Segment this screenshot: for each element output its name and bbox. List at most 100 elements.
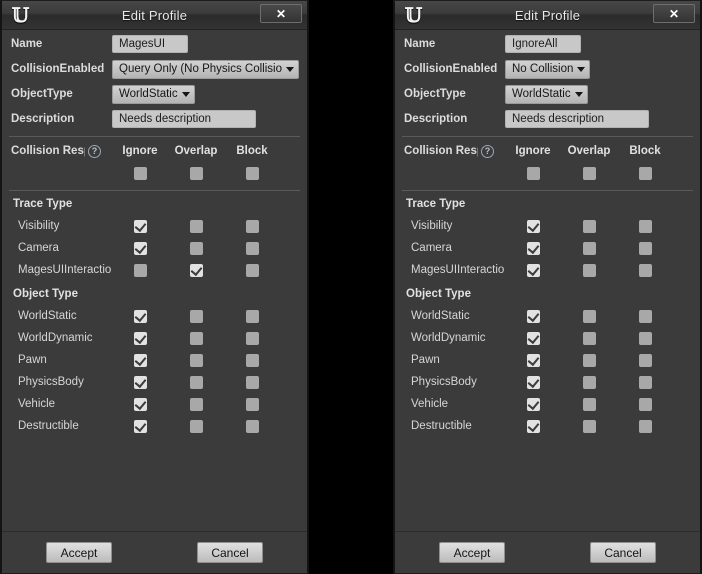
checkbox-block[interactable] (245, 397, 259, 411)
unreal-engine-logo-icon: 𝕌 (404, 3, 422, 27)
checkbox-ignore[interactable] (526, 419, 540, 433)
close-button[interactable]: ✕ (653, 4, 695, 23)
checkbox-block[interactable] (638, 353, 652, 367)
cell-overlap (561, 375, 617, 389)
checkbox-overlap[interactable] (582, 241, 596, 255)
checkbox-all-overlap[interactable] (582, 166, 596, 180)
checkbox-overlap[interactable] (189, 397, 203, 411)
column-header-ignore: Ignore (515, 145, 551, 157)
object-type-row: ObjectType WorldStatic (8, 83, 301, 105)
row-label: WorldDynamic (18, 332, 93, 344)
checkbox-block[interactable] (638, 263, 652, 277)
column-header-overlap: Overlap (567, 145, 611, 157)
title-bar[interactable]: 𝕌 Edit Profile ✕ (2, 1, 307, 30)
title-bar[interactable]: 𝕌 Edit Profile ✕ (395, 1, 700, 30)
checkbox-block[interactable] (638, 309, 652, 323)
checkbox-block[interactable] (245, 375, 259, 389)
checkbox-block[interactable] (638, 419, 652, 433)
object-type-dropdown[interactable]: WorldStatic (505, 84, 588, 104)
checkbox-all-ignore[interactable] (133, 166, 147, 180)
checkbox-overlap[interactable] (189, 331, 203, 345)
collision-response-all-row (401, 162, 694, 184)
cell-overlap (561, 166, 617, 180)
checkbox-block[interactable] (638, 331, 652, 345)
checkbox-all-ignore[interactable] (526, 166, 540, 180)
checkbox-block[interactable] (245, 219, 259, 233)
checkbox-ignore[interactable] (526, 241, 540, 255)
checkbox-ignore[interactable] (526, 397, 540, 411)
checkbox-all-overlap[interactable] (189, 166, 203, 180)
name-input[interactable]: IgnoreAll (505, 35, 581, 53)
description-input[interactable]: Needs description (112, 110, 256, 128)
checkbox-overlap[interactable] (189, 219, 203, 233)
checkbox-ignore[interactable] (526, 263, 540, 277)
checkbox-block[interactable] (245, 241, 259, 255)
name-label: Name (11, 38, 43, 50)
row-label: Vehicle (411, 398, 449, 410)
table-row: WorldStatic (401, 305, 694, 327)
checkbox-ignore[interactable] (133, 219, 147, 233)
checkbox-block[interactable] (638, 241, 652, 255)
chevron-down-icon (181, 91, 190, 97)
object-type-dropdown[interactable]: WorldStatic (112, 84, 195, 104)
checkbox-overlap[interactable] (189, 419, 203, 433)
checkbox-ignore[interactable] (526, 309, 540, 323)
checkbox-ignore[interactable] (526, 331, 540, 345)
cell-overlap (561, 309, 617, 323)
checkbox-ignore[interactable] (133, 419, 147, 433)
checkbox-ignore[interactable] (526, 219, 540, 233)
checkbox-block[interactable] (638, 219, 652, 233)
checkbox-overlap[interactable] (582, 397, 596, 411)
accept-button[interactable]: Accept (439, 542, 505, 563)
cancel-button[interactable]: Cancel (590, 542, 656, 563)
checkbox-all-block[interactable] (245, 166, 259, 180)
checkbox-block[interactable] (245, 309, 259, 323)
cell-overlap (561, 397, 617, 411)
checkbox-overlap[interactable] (582, 419, 596, 433)
checkbox-ignore[interactable] (133, 375, 147, 389)
name-input[interactable]: MagesUI (112, 35, 188, 53)
table-row: Vehicle (8, 393, 301, 415)
checkbox-ignore[interactable] (133, 241, 147, 255)
checkbox-overlap[interactable] (189, 353, 203, 367)
collision-enabled-dropdown[interactable]: No Collision (505, 59, 591, 79)
column-header-block: Block (236, 145, 268, 157)
trace-type-section-label: Trace Type (13, 198, 73, 210)
checkbox-overlap[interactable] (582, 309, 596, 323)
checkbox-block[interactable] (638, 397, 652, 411)
help-icon[interactable]: ? (88, 144, 101, 158)
checkbox-block[interactable] (245, 263, 259, 277)
checkbox-block[interactable] (245, 419, 259, 433)
checkbox-block[interactable] (638, 375, 652, 389)
checkbox-overlap[interactable] (582, 263, 596, 277)
checkbox-overlap[interactable] (189, 241, 203, 255)
checkbox-all-block[interactable] (638, 166, 652, 180)
checkbox-block[interactable] (245, 331, 259, 345)
checkbox-ignore[interactable] (133, 331, 147, 345)
checkbox-overlap[interactable] (189, 263, 203, 277)
checkbox-overlap[interactable] (582, 375, 596, 389)
row-label: Pawn (411, 354, 440, 366)
checkbox-overlap[interactable] (189, 309, 203, 323)
row-label: MagesUIInteraction (411, 264, 505, 276)
collision-enabled-label: CollisionEnabled (11, 63, 105, 75)
checkbox-ignore[interactable] (133, 263, 147, 277)
checkbox-ignore[interactable] (133, 397, 147, 411)
checkbox-block[interactable] (245, 353, 259, 367)
checkbox-ignore[interactable] (133, 309, 147, 323)
accept-button[interactable]: Accept (46, 542, 112, 563)
description-row: Description Needs description (401, 108, 694, 130)
checkbox-overlap[interactable] (582, 353, 596, 367)
help-icon[interactable]: ? (481, 144, 494, 158)
cancel-button[interactable]: Cancel (197, 542, 263, 563)
checkbox-overlap[interactable] (189, 375, 203, 389)
collision-enabled-dropdown[interactable]: Query Only (No Physics Collision) (112, 59, 299, 79)
close-button[interactable]: ✕ (260, 4, 302, 23)
checkbox-ignore[interactable] (526, 375, 540, 389)
checkbox-ignore[interactable] (526, 353, 540, 367)
description-input[interactable]: Needs description (505, 110, 649, 128)
checkbox-ignore[interactable] (133, 353, 147, 367)
checkbox-overlap[interactable] (582, 331, 596, 345)
table-row: Pawn (8, 349, 301, 371)
checkbox-overlap[interactable] (582, 219, 596, 233)
